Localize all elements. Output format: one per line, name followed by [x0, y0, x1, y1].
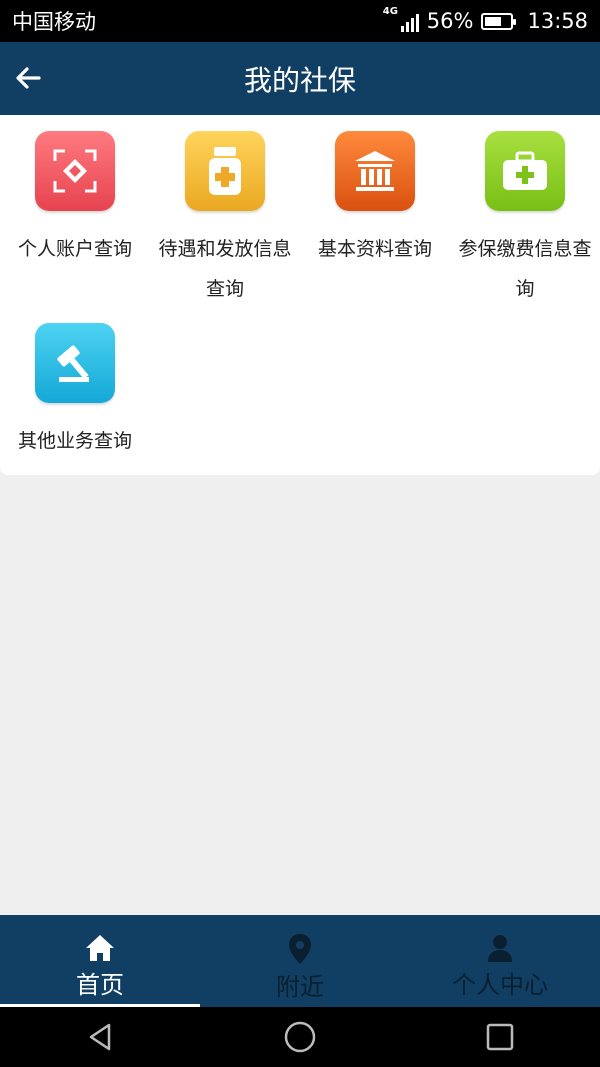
tab-label: 个人中心 [452, 971, 548, 999]
status-bar: 中国移动 4G 56% 13:58 [0, 0, 600, 42]
system-back-button[interactable] [70, 1007, 130, 1067]
service-tile-contribution[interactable]: 参保缴费信息查询 [450, 115, 600, 309]
service-tile-account[interactable]: 个人账户查询 [0, 115, 150, 269]
tab-nearby[interactable]: 附近 [200, 915, 400, 1007]
signal-icon: 4G [383, 6, 419, 32]
tab-label: 首页 [76, 971, 124, 999]
carrier-label: 中国移动 [12, 10, 96, 34]
service-label: 待遇和发放信息查询 [158, 238, 292, 300]
services-panel: 个人账户查询 待遇和发放信息查询 基本资料查询 参保缴费信息查询 其他业务查询 [0, 115, 600, 475]
home-icon [86, 935, 114, 961]
person-icon [488, 935, 512, 962]
back-button[interactable] [10, 60, 46, 96]
bank-icon [335, 131, 415, 211]
clock: 13:58 [527, 9, 588, 33]
system-recents-button[interactable] [470, 1007, 530, 1067]
service-tile-other[interactable]: 其他业务查询 [0, 307, 150, 461]
medicine-bottle-icon [185, 131, 265, 211]
arrow-left-icon [16, 67, 41, 89]
page-title: 我的社保 [243, 63, 356, 97]
service-tile-basic-info[interactable]: 基本资料查询 [300, 115, 450, 269]
header-bar: 我的社保 [0, 42, 600, 115]
service-label: 基本资料查询 [317, 238, 432, 260]
triangle-back-icon [89, 1023, 111, 1051]
bottom-tab-bar: 首页 附近 个人中心 [0, 915, 600, 1007]
system-nav-bar [0, 1007, 600, 1067]
battery-icon [481, 12, 517, 30]
service-label: 个人账户查询 [17, 238, 132, 260]
service-label: 参保缴费信息查询 [458, 238, 592, 300]
location-pin-icon [289, 934, 311, 964]
tab-label: 附近 [276, 973, 324, 1001]
service-tile-benefits[interactable]: 待遇和发放信息查询 [150, 115, 300, 309]
tab-home[interactable]: 首页 [0, 915, 200, 1007]
tab-profile[interactable]: 个人中心 [400, 915, 600, 1007]
system-home-button[interactable] [270, 1007, 330, 1067]
battery-percent: 56% [426, 9, 474, 33]
status-indicators: 4G 56% 13:58 [383, 6, 588, 33]
gavel-icon [35, 323, 115, 403]
square-recents-icon [486, 1023, 514, 1051]
medical-kit-icon [485, 131, 565, 211]
service-label: 其他业务查询 [17, 430, 132, 452]
network-type-label: 4G [382, 6, 398, 17]
account-icon [35, 131, 115, 211]
circle-home-icon [284, 1021, 316, 1053]
